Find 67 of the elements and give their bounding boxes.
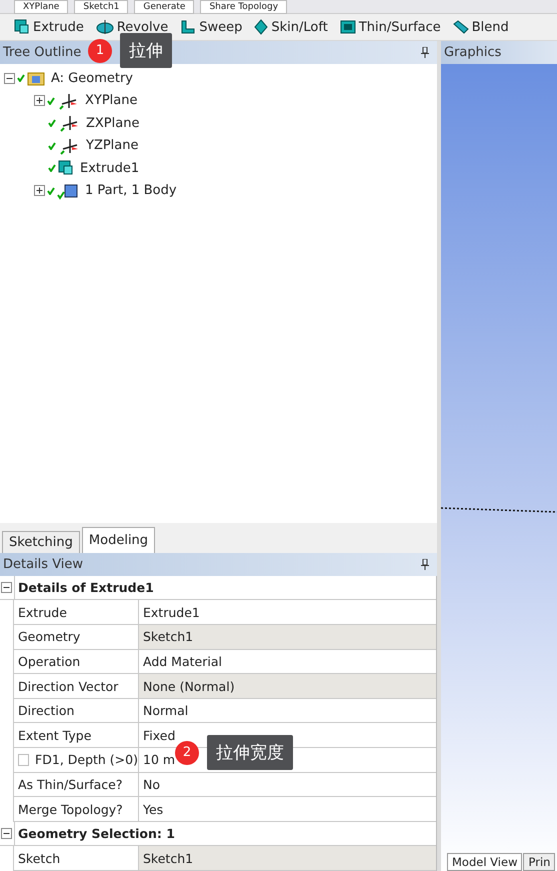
- collapse-icon[interactable]: [1, 582, 12, 594]
- tooltip: 拉伸宽度: [207, 735, 293, 770]
- pane-title: Details View: [3, 556, 84, 572]
- revolve-icon: [96, 19, 114, 35]
- property-name: As Thin/Surface?: [18, 776, 122, 792]
- toolbar-field[interactable]: Generate: [134, 0, 194, 14]
- toolbar-button[interactable]: Thin/Surface: [338, 19, 443, 35]
- property-name: Operation: [18, 654, 80, 669]
- property-name: Direction Vector: [18, 678, 118, 694]
- toolbar-field[interactable]: Share Topology: [200, 0, 288, 14]
- property-name: Sketch: [18, 850, 60, 866]
- property-name: Extrude: [18, 604, 67, 620]
- expand-icon[interactable]: [34, 185, 45, 196]
- property-name: Extent Type: [18, 728, 92, 743]
- tree-item[interactable]: 1 Part, 1 Body: [85, 183, 177, 198]
- collapse-icon[interactable]: [4, 72, 15, 84]
- property-name: Merge Topology?: [18, 802, 123, 817]
- check-icon: [47, 186, 55, 195]
- axes-icon: [58, 136, 80, 155]
- toolbar-button[interactable]: Skin/Loft: [252, 19, 330, 35]
- property-value[interactable]: Sketch1: [139, 846, 436, 870]
- tooltip: 拉伸: [120, 33, 172, 68]
- pin-icon[interactable]: [421, 558, 429, 570]
- tree-item[interactable]: YZPlane: [86, 138, 139, 154]
- view-tab[interactable]: Model View: [447, 853, 522, 871]
- mode-tab[interactable]: Modeling: [82, 526, 156, 553]
- toolbar-field[interactable]: XYPlane: [14, 0, 68, 14]
- check-icon: [47, 96, 55, 105]
- property-name: FD1, Depth (>0): [35, 752, 138, 768]
- sweep-icon: [180, 19, 196, 35]
- check-icon: [48, 164, 56, 172]
- collapse-icon[interactable]: [1, 828, 12, 840]
- folder-icon: [27, 70, 45, 86]
- toolbar-field[interactable]: Sketch1: [74, 0, 128, 14]
- pane-title: Graphics: [444, 45, 502, 60]
- toolbar-button[interactable]: Revolve: [94, 19, 170, 35]
- check-icon: [17, 74, 25, 82]
- tree-item[interactable]: ZXPlane: [86, 116, 140, 131]
- checkbox[interactable]: [18, 754, 30, 766]
- cube-icon: [58, 160, 74, 176]
- view-tab[interactable]: Prin: [523, 853, 556, 871]
- pane-title: Tree Outline: [3, 45, 82, 60]
- cube-icon: [14, 19, 30, 35]
- axes-icon: [57, 92, 79, 110]
- expand-icon[interactable]: [34, 95, 45, 106]
- graphics-viewport[interactable]: Model View Prin: [441, 64, 557, 871]
- toolbar-button[interactable]: Sweep: [178, 19, 244, 35]
- pin-icon[interactable]: [421, 47, 429, 58]
- property-value[interactable]: None (Normal): [139, 674, 436, 698]
- check-icon: [48, 119, 56, 128]
- axes-icon: [58, 114, 80, 132]
- tree-item[interactable]: XYPlane: [85, 93, 138, 108]
- tree-item[interactable]: Extrude1: [80, 160, 140, 176]
- toolbar-button[interactable]: Blend: [450, 20, 511, 34]
- property-name: Geometry: [18, 629, 80, 644]
- check-icon: [48, 142, 56, 150]
- group-title: Details of Extrude1: [14, 576, 436, 600]
- tree-item[interactable]: A: Geometry: [51, 70, 133, 86]
- body-icon: [57, 182, 79, 200]
- property-value[interactable]: Sketch1: [139, 625, 436, 649]
- property-name: Direction: [18, 703, 74, 718]
- blend-icon: [452, 20, 469, 34]
- loft-icon: [254, 19, 268, 35]
- mode-tab[interactable]: Sketching: [2, 530, 80, 553]
- toolbar-button[interactable]: Extrude: [12, 19, 86, 35]
- shell-icon: [340, 19, 356, 35]
- group-title: Geometry Selection: 1: [14, 822, 436, 846]
